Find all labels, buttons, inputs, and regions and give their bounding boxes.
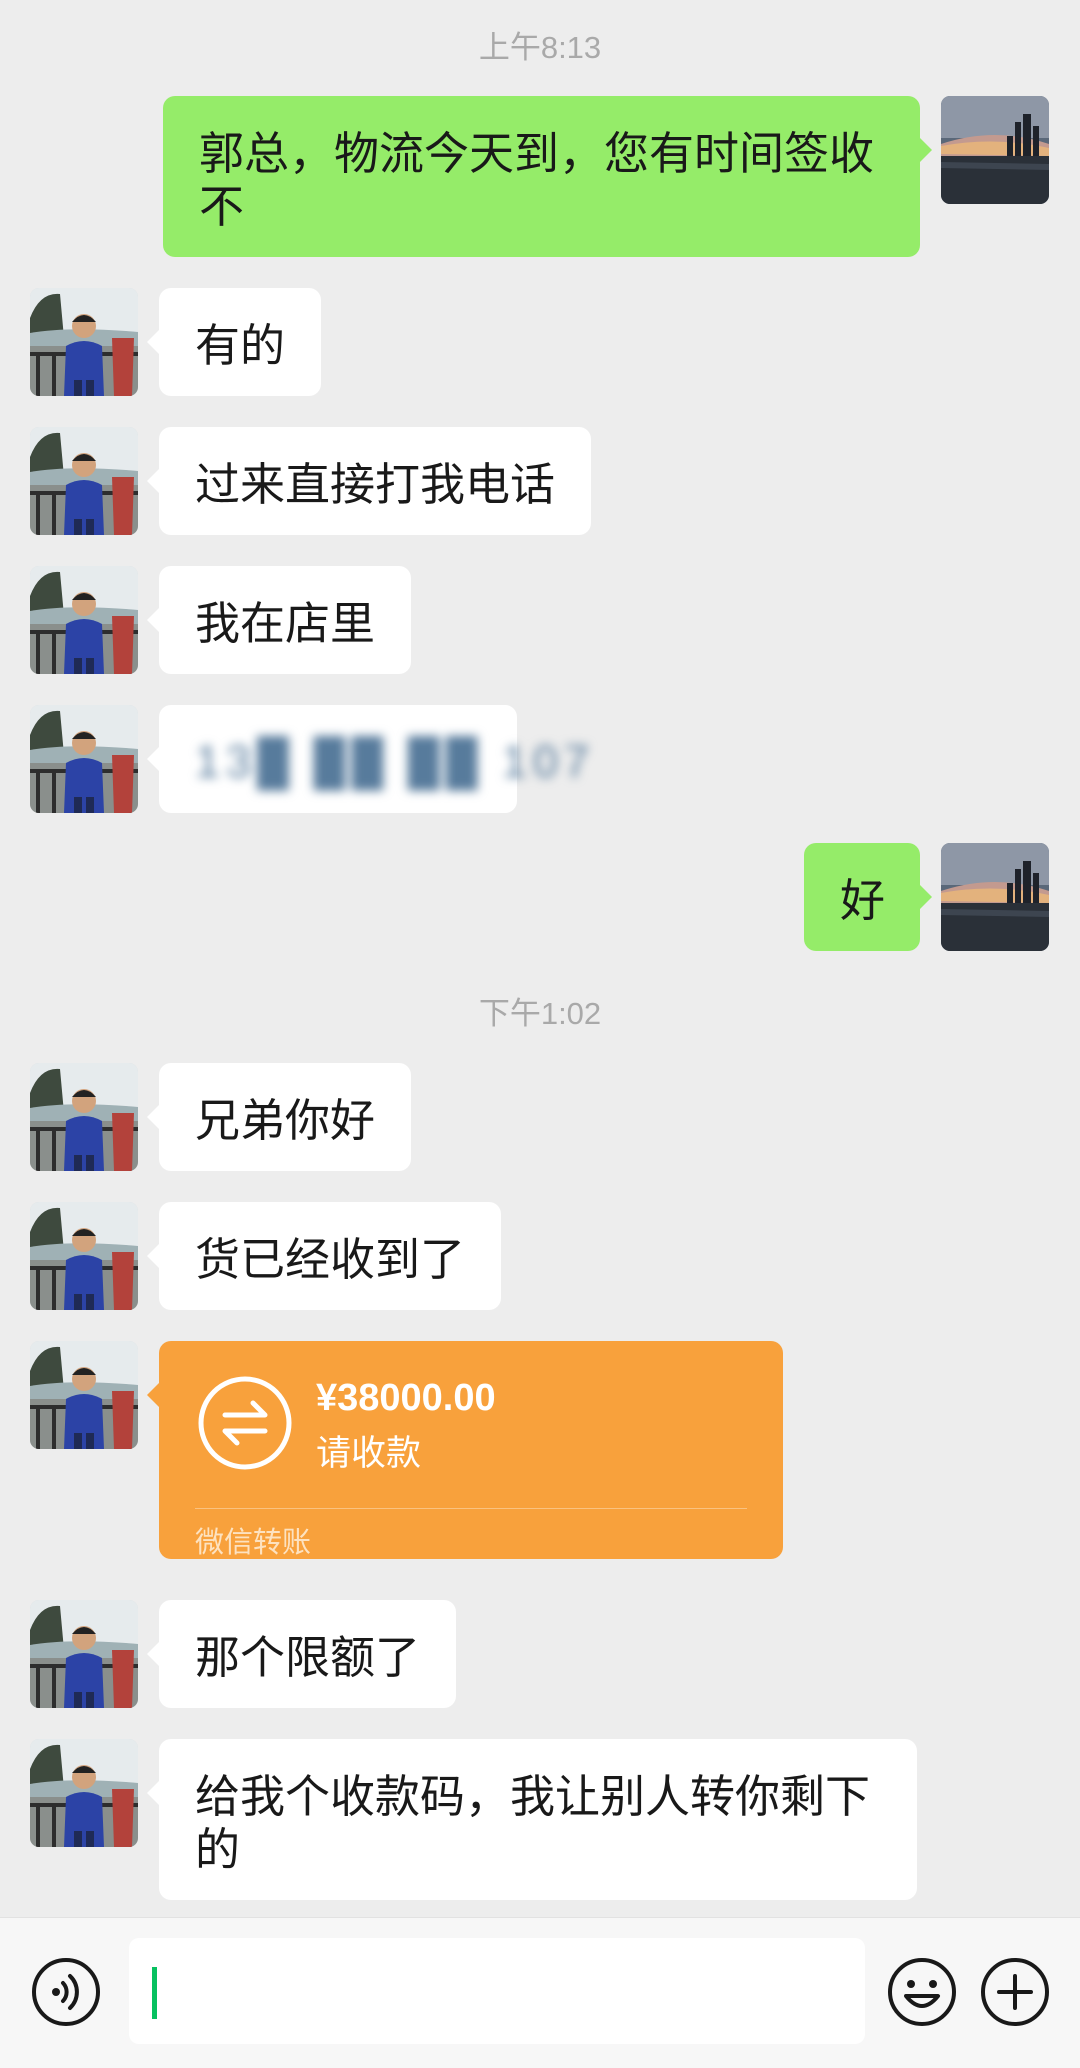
plus-icon[interactable] bbox=[979, 1956, 1051, 2028]
message-text: 给我个收款码，我让别人转你剩下的 bbox=[195, 1770, 871, 1876]
message-bubble[interactable]: 那个限额了 bbox=[147, 1600, 456, 1708]
message-bubble[interactable]: 兄弟你好 bbox=[147, 1063, 411, 1171]
message-bubble[interactable]: 给我个收款码，我让别人转你剩下的 bbox=[147, 1739, 917, 1900]
message-bubble[interactable]: 郭总，物流今天到，您有时间签收不 bbox=[163, 96, 932, 257]
contact-avatar[interactable] bbox=[30, 1600, 138, 1708]
transfer-amount: ¥38000.00 bbox=[316, 1377, 496, 1419]
contact-avatar[interactable] bbox=[30, 1063, 138, 1171]
contact-avatar[interactable] bbox=[30, 427, 138, 535]
message-text: 兄弟你好 bbox=[195, 1094, 376, 1147]
message-bubble[interactable]: 过来直接打我电话 bbox=[147, 427, 591, 535]
emoji-icon[interactable] bbox=[886, 1956, 958, 2028]
input-bar bbox=[0, 1917, 1080, 2068]
my-avatar[interactable] bbox=[941, 96, 1049, 204]
timestamp: 下午1:02 bbox=[478, 996, 602, 1031]
message-bubble[interactable]: 13█ ██ ██ 107 bbox=[147, 705, 589, 813]
contact-avatar[interactable] bbox=[30, 705, 138, 813]
my-avatar[interactable] bbox=[941, 843, 1049, 951]
message-text: 好 bbox=[840, 874, 886, 927]
transfer-status: 请收款 bbox=[316, 1434, 422, 1474]
message-input[interactable] bbox=[129, 1938, 865, 2044]
message-text: 我在店里 bbox=[195, 597, 376, 650]
message-text: 有的 bbox=[195, 319, 286, 372]
message-bubble[interactable]: 有的 bbox=[147, 288, 321, 396]
message-text: 那个限额了 bbox=[195, 1631, 421, 1684]
phone-number-link[interactable]: 13█ ██ ██ 107 bbox=[195, 735, 595, 788]
contact-avatar[interactable] bbox=[30, 1739, 138, 1847]
text-cursor bbox=[152, 1967, 157, 2019]
divider bbox=[195, 1508, 747, 1509]
transfer-label: 微信转账 bbox=[195, 1525, 312, 1559]
timestamp: 上午8:13 bbox=[478, 30, 602, 65]
message-bubble[interactable]: 好 bbox=[804, 843, 932, 951]
contact-avatar[interactable] bbox=[30, 288, 138, 396]
voice-icon[interactable] bbox=[30, 1956, 102, 2028]
contact-avatar[interactable] bbox=[30, 1202, 138, 1310]
contact-avatar[interactable] bbox=[30, 1341, 138, 1449]
message-bubble[interactable]: 货已经收到了 bbox=[147, 1202, 501, 1310]
transfer-card[interactable]: ¥38000.00 请收款 微信转账 bbox=[147, 1341, 783, 1559]
transfer-icon bbox=[198, 1376, 292, 1470]
message-text: 郭总，物流今天到，您有时间签收不 bbox=[199, 127, 875, 233]
contact-avatar[interactable] bbox=[30, 566, 138, 674]
message-bubble[interactable]: 我在店里 bbox=[147, 566, 411, 674]
message-text: 货已经收到了 bbox=[195, 1233, 466, 1286]
message-text: 过来直接打我电话 bbox=[195, 458, 556, 511]
